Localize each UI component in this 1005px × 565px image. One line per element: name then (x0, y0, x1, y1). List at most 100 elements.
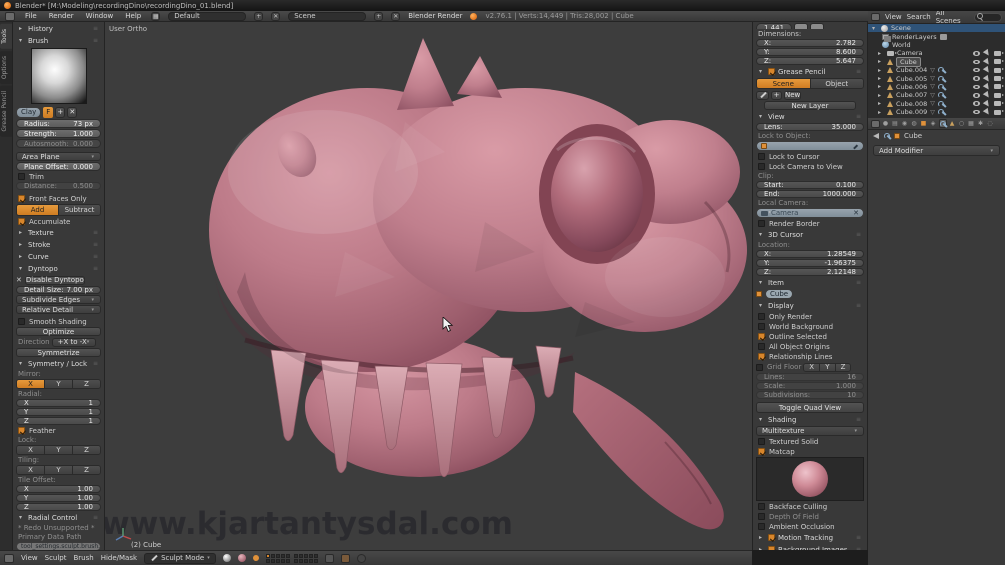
outliner-row-cube006[interactable]: ▸ Cube.006 ▽ (868, 82, 1005, 92)
gp-new-button[interactable]: New (784, 90, 802, 100)
distance-field[interactable]: Distance: 0.500 (16, 182, 101, 190)
tab-object-icon[interactable]: ■ (920, 119, 928, 128)
lock-z-button[interactable]: Z (73, 446, 100, 454)
outliner-row-cube007[interactable]: ▸ Cube.007 ▽ (868, 91, 1005, 100)
selectability-toggle-icon[interactable] (982, 99, 992, 108)
dim-x-field[interactable]: X: 2.782 (756, 39, 864, 47)
panel-texture[interactable]: ▸ Texture ≡ (16, 227, 101, 238)
tab-particles-icon[interactable]: ✱ (977, 119, 985, 128)
mirror-x-button[interactable]: X (17, 380, 45, 388)
layers-widget[interactable] (265, 553, 318, 563)
render-border-checkbox[interactable]: Render Border (756, 219, 864, 228)
cursor-x-field[interactable]: X: 1.28549 (756, 250, 864, 258)
tab-physics-icon[interactable]: ◌ (986, 119, 994, 128)
brush-add-button[interactable]: + (55, 106, 66, 118)
tile-offset-z-field[interactable]: Z 1.00 (16, 503, 101, 511)
visibility-toggle-icon[interactable] (973, 59, 980, 64)
matcap-preview[interactable] (756, 457, 864, 501)
gp-new-layer-button[interactable]: New Layer (764, 101, 856, 110)
mode-dropdown[interactable]: Sculpt Mode ▾ (144, 552, 216, 564)
brush-preview[interactable] (16, 47, 101, 105)
plane-offset-slider[interactable]: Plane Offset: 0.000 (16, 162, 101, 171)
panel-symmetry-lock[interactable]: ▾ Symmetry / Lock ≡ (16, 358, 101, 369)
tab-material-icon[interactable]: ○ (958, 119, 966, 128)
outliner-row-cube009[interactable]: ▸ Cube.009 ▽ (868, 107, 1005, 117)
add-modifier-dropdown[interactable]: Add Modifier ▾ (873, 145, 1000, 156)
layout-close-button[interactable]: ✕ (271, 11, 281, 21)
relative-detail-dropdown[interactable]: Relative Detail ▾ (16, 305, 101, 314)
backface-culling-checkbox[interactable]: Backface Culling (756, 502, 864, 511)
panel-stroke[interactable]: ▸ Stroke ≡ (16, 239, 101, 250)
radial-x-field[interactable]: X1 (16, 399, 101, 407)
tiling-z-button[interactable]: Z (73, 466, 100, 474)
visibility-toggle-icon[interactable] (973, 93, 980, 98)
grid-floor-checkbox[interactable] (756, 363, 763, 371)
panel-shading[interactable]: ▾ Shading ≡ (756, 414, 864, 425)
dim-y-field[interactable]: Y: 8.600 (756, 48, 864, 56)
lens-field[interactable]: Lens: 35.000 (756, 123, 864, 131)
renderability-toggle-icon[interactable] (994, 76, 1004, 82)
tab-render-icon[interactable]: ● (882, 119, 890, 128)
subtract-button[interactable]: Subtract (59, 205, 100, 215)
relationship-lines-checkbox[interactable]: Relationship Lines (756, 352, 864, 361)
selectability-toggle-icon[interactable] (982, 49, 992, 58)
gp-add-button[interactable]: + (771, 90, 782, 100)
grid-subdivisions-field[interactable]: Subdivisions: 10 (756, 391, 864, 399)
add-button[interactable]: Add (17, 205, 59, 215)
pin-icon[interactable] (873, 133, 879, 139)
scale-z-field[interactable]: 1.441 (756, 23, 793, 29)
outliner-row-cube005[interactable]: ▸ Cube.005 ▽ (868, 74, 1005, 83)
radial-z-field[interactable]: Z1 (16, 417, 101, 425)
area-plane-dropdown[interactable]: Area Plane ▾ (16, 152, 101, 161)
autosmooth-slider[interactable]: Autosmooth: 0.000 (16, 139, 101, 148)
outliner-row-renderlayers[interactable]: RenderLayers (868, 32, 1005, 42)
lock-toggle-button[interactable] (794, 23, 809, 29)
dim-z-field[interactable]: Z: 5.647 (756, 57, 864, 65)
tile-offset-x-field[interactable]: X 1.00 (16, 485, 101, 493)
brush-name-field[interactable]: Clay (16, 106, 42, 118)
clip-start-field[interactable]: Start: 0.100 (756, 181, 864, 189)
engine-select[interactable]: Blender Render (408, 12, 462, 20)
tab-data-icon[interactable]: ▲ (948, 119, 956, 128)
panel-3d-cursor[interactable]: ▾ 3D Cursor ≡ (756, 229, 864, 240)
renderability-toggle-icon[interactable] (994, 84, 1004, 90)
tab-options[interactable]: Options (0, 50, 12, 84)
screen-layout-field[interactable]: Default (168, 11, 247, 21)
tab-world-icon[interactable]: ◍ (910, 119, 918, 128)
cursor-z-field[interactable]: Z: 2.12148 (756, 268, 864, 276)
outline-selected-checkbox[interactable]: Outline Selected (756, 332, 864, 341)
outliner-search-input[interactable] (973, 12, 1002, 22)
panel-motion-tracking[interactable]: ▸ Motion Tracking ≡ (756, 532, 864, 543)
visibility-toggle-icon[interactable] (973, 109, 980, 115)
symmetrize-button[interactable]: Symmetrize (16, 348, 101, 357)
smooth-shading-checkbox[interactable]: Smooth Shading (16, 317, 101, 326)
panel-radial-control[interactable]: ▾ Radial Control ≡ (16, 512, 101, 523)
gp-draw-icon[interactable] (756, 90, 769, 100)
layout-add-button[interactable]: + (254, 11, 264, 21)
snap-element-icon[interactable] (324, 553, 334, 563)
primary-data-path-field[interactable]: tool_settings.sculpt.brush.size (16, 542, 101, 550)
menu-file[interactable]: File (23, 12, 39, 20)
shading-mode-dropdown[interactable]: Multitexture ▾ (756, 426, 864, 436)
selectability-toggle-icon[interactable] (982, 65, 992, 75)
tab-scene-icon[interactable]: ◉ (901, 119, 909, 128)
world-background-checkbox[interactable]: World Background (756, 322, 864, 331)
item-name-field[interactable]: Cube (765, 289, 794, 299)
snap-magnet-icon[interactable] (340, 553, 350, 563)
outliner-editor-icon[interactable] (871, 13, 880, 21)
lock-camera-checkbox[interactable]: Lock Camera to View (756, 162, 864, 171)
tile-offset-y-field[interactable]: Y 1.00 (16, 494, 101, 502)
outliner-row-scene[interactable]: ▾ Scene (868, 24, 1005, 33)
only-render-checkbox[interactable]: Only Render (756, 312, 864, 321)
renderability-toggle-icon[interactable] (994, 59, 1004, 65)
optimize-button[interactable]: Optimize (16, 327, 101, 336)
outliner-menu-view[interactable]: View (885, 13, 902, 21)
local-camera-field[interactable]: Camera ✕ (756, 208, 864, 218)
properties-editor-icon[interactable] (871, 119, 880, 128)
tab-modifiers-wrench-icon[interactable] (938, 119, 947, 128)
brush-unlink-button[interactable]: ✕ (67, 106, 78, 118)
visibility-toggle-icon[interactable] (973, 67, 980, 73)
outliner-menu-search[interactable]: Search (907, 13, 931, 21)
panel-dyntopo[interactable]: ▾ Dyntopo ≡ (16, 263, 101, 274)
tiling-y-button[interactable]: Y (45, 466, 73, 474)
